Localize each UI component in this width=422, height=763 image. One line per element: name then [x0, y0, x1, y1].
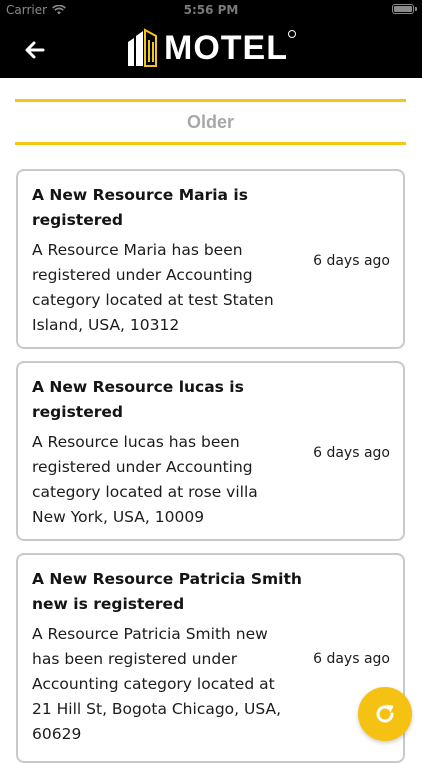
notification-time: 6 days ago [313, 445, 390, 461]
section-header-older: Older [15, 99, 406, 145]
logo-text: MOTEL [164, 29, 288, 67]
notification-time: 6 days ago [313, 651, 390, 667]
section-title: Older [186, 112, 234, 132]
registered-mark-icon [288, 30, 296, 38]
notification-time: 6 days ago [313, 253, 390, 269]
notification-body: A Resource Maria has been registered und… [32, 241, 274, 334]
notification-card[interactable]: A New Resource Maria is registered A Res… [16, 169, 405, 349]
notification-card[interactable]: A New Resource lucas is registered A Res… [16, 361, 405, 541]
notification-card[interactable]: A New Resource Patricia Smith new is reg… [16, 553, 405, 763]
status-bar: Carrier 5:56 PM [0, 0, 422, 20]
back-arrow-icon [25, 41, 45, 59]
refresh-button[interactable] [358, 687, 412, 741]
motel-logo: MOTEL [126, 28, 288, 68]
battery-icon [392, 4, 417, 14]
notification-body: A Resource lucas has been registered und… [32, 433, 258, 526]
notification-title: A New Resource lucas is registered [32, 378, 244, 421]
notification-body: A Resource Patricia Smith new has been r… [32, 625, 282, 743]
notification-title: A New Resource Patricia Smith new is reg… [32, 570, 302, 613]
refresh-icon [376, 704, 394, 723]
status-time: 5:56 PM [183, 3, 239, 17]
building-logo-icon [128, 28, 157, 67]
notification-title: A New Resource Maria is registered [32, 186, 248, 229]
header-bar: MOTEL [0, 20, 422, 78]
back-button[interactable] [20, 36, 50, 64]
